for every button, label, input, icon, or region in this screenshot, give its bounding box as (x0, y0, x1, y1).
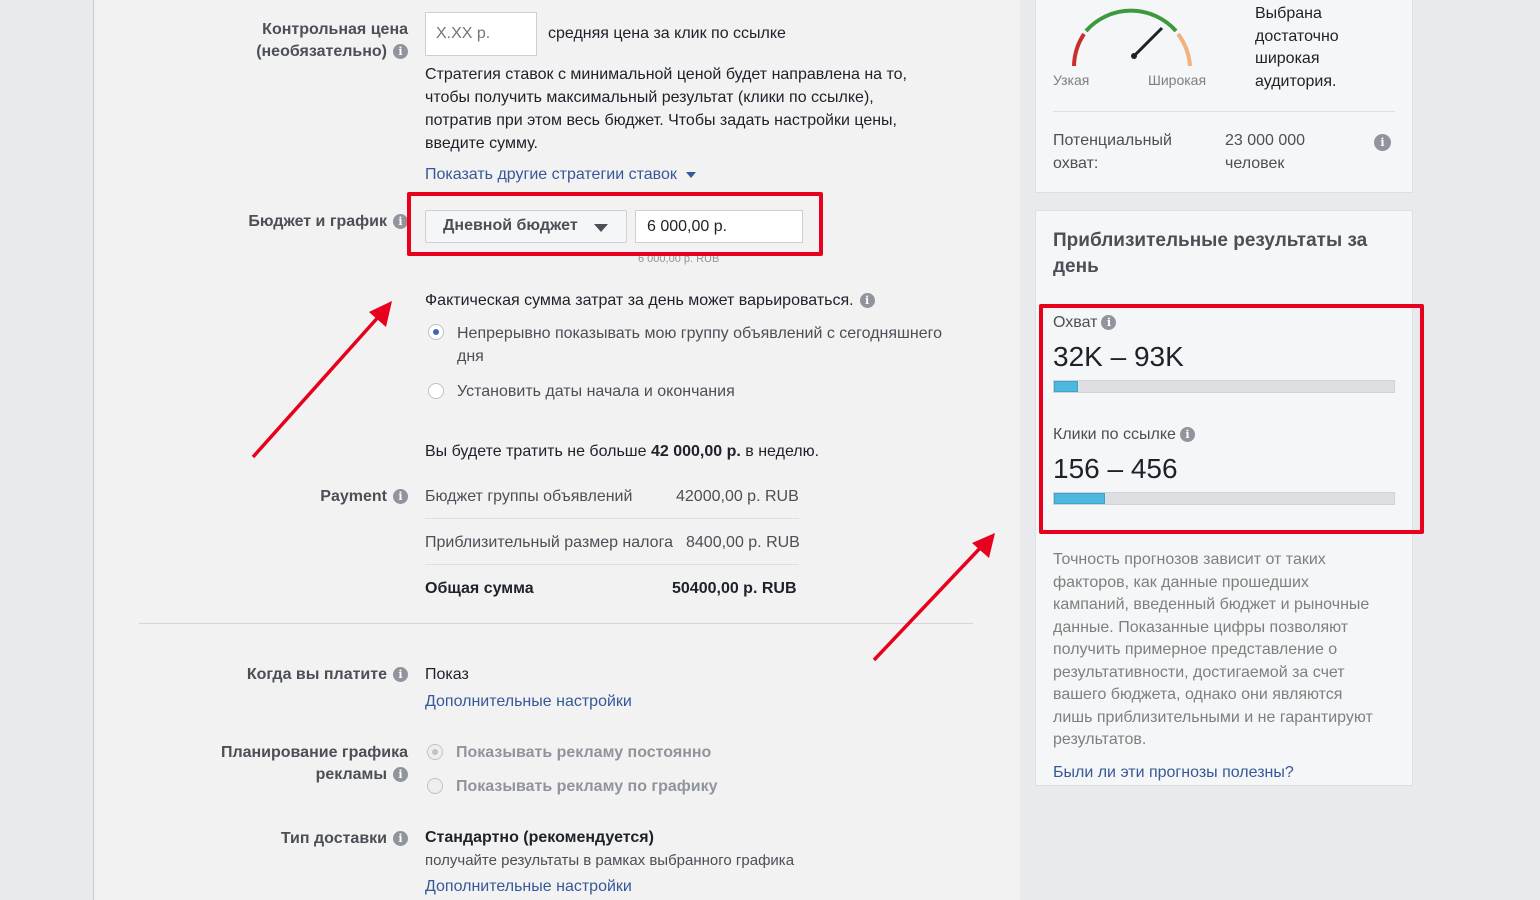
annotation-arrow-budget (251, 301, 392, 459)
annotation-arrow-estimates (872, 533, 995, 662)
annotation-arrows (251, 301, 995, 662)
